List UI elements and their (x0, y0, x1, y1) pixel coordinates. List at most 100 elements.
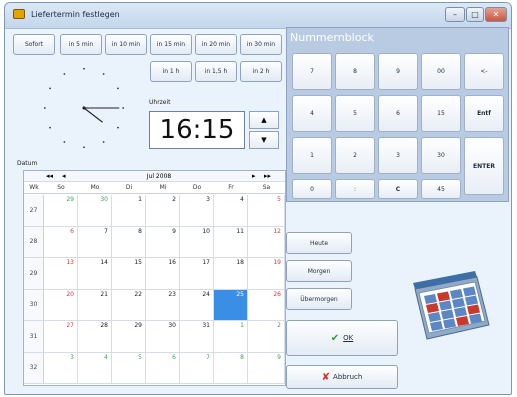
next-year-button[interactable]: ▸▸ (264, 172, 271, 180)
prev-year-button[interactable]: ◂◂ (46, 172, 53, 180)
calendar-day[interactable]: 18 (214, 258, 248, 290)
calendar-day[interactable]: 8 (112, 226, 146, 258)
in-1-h-button[interactable]: in 1 h (150, 61, 192, 82)
key-9[interactable]: 9 (378, 53, 418, 90)
calendar-day[interactable]: 9 (248, 352, 285, 384)
time-display[interactable]: 16:15 (149, 111, 245, 149)
calendar-day[interactable]: 30 (146, 321, 180, 353)
minimize-button[interactable]: – (445, 7, 465, 22)
key-7[interactable]: 7 (292, 53, 332, 90)
close-button[interactable]: ✕ (485, 7, 507, 22)
calendar-day[interactable]: 30 (78, 195, 112, 227)
key-4[interactable]: 4 (292, 95, 332, 132)
key-6[interactable]: 6 (378, 95, 418, 132)
calendar-day[interactable]: 28 (78, 321, 112, 353)
title-bar[interactable]: Liefertermin festlegen – □ ✕ (5, 3, 511, 29)
week-number: 29 (24, 258, 44, 290)
calendar-day[interactable]: 4 (214, 195, 248, 227)
date-label: Datum (17, 160, 38, 167)
key-1[interactable]: 1 (292, 137, 332, 174)
key-45[interactable]: 45 (421, 179, 461, 199)
calendar-day[interactable]: 7 (180, 352, 214, 384)
calendar-day[interactable]: 5 (112, 352, 146, 384)
calendar-day[interactable]: 21 (78, 289, 112, 321)
calendar-day[interactable]: 1 (112, 195, 146, 227)
key-8[interactable]: 8 (335, 53, 375, 90)
key-30[interactable]: 30 (421, 137, 461, 174)
calendar-day[interactable]: 16 (146, 258, 180, 290)
app-icon (13, 9, 25, 19)
sofort-button[interactable]: Sofort (13, 34, 55, 55)
in-1-5-h-button[interactable]: in 1,5 h (195, 61, 237, 82)
calendar-day[interactable]: 7 (78, 226, 112, 258)
calendar-day[interactable]: 31 (180, 321, 214, 353)
calendar-day[interactable]: 14 (78, 258, 112, 290)
calendar-day[interactable]: 17 (180, 258, 214, 290)
calendar-day[interactable]: 25 (214, 289, 248, 321)
header-sa: Sa (262, 184, 271, 191)
cancel-button[interactable]: ✘ Abbruch (286, 365, 398, 389)
calendar-day[interactable]: 15 (112, 258, 146, 290)
calendar-day[interactable]: 2 (146, 195, 180, 227)
calendar-day[interactable]: 27 (44, 321, 78, 353)
calendar-day[interactable]: 6 (44, 226, 78, 258)
in-20-min-button[interactable]: in 20 min (195, 34, 237, 55)
calendar-day[interactable]: 11 (214, 226, 248, 258)
key-2[interactable]: 2 (335, 137, 375, 174)
calendar-day[interactable]: 29 (44, 195, 78, 227)
next-month-button[interactable]: ▸ (252, 172, 256, 180)
clock-tick (83, 146, 85, 149)
tomorrow-button[interactable]: Morgen (286, 260, 352, 282)
today-button[interactable]: Heute (286, 232, 352, 254)
calendar-day[interactable]: 1 (214, 321, 248, 353)
key-3[interactable]: 3 (378, 137, 418, 174)
enter-key[interactable]: ENTER (464, 137, 504, 195)
backspace-key[interactable]: <- (464, 53, 504, 90)
x-icon: ✘ (321, 371, 331, 383)
clock-tick (63, 141, 66, 143)
delete-key[interactable]: Entf (464, 95, 504, 132)
calendar-day[interactable]: 23 (146, 289, 180, 321)
key-0[interactable]: 0 (292, 179, 332, 199)
calendar-day[interactable]: 22 (112, 289, 146, 321)
time-down-button[interactable]: ▼ (249, 131, 279, 149)
calendar-day[interactable]: 26 (248, 289, 285, 321)
in-2-h-button[interactable]: in 2 h (240, 61, 282, 82)
clock-tick (43, 107, 46, 109)
week-number: 28 (24, 226, 44, 258)
in-5-min-button[interactable]: in 5 min (60, 34, 102, 55)
maximize-button[interactable]: □ (466, 7, 484, 22)
calendar-day[interactable]: 4 (78, 352, 112, 384)
calendar-day[interactable]: 12 (248, 226, 285, 258)
clear-key[interactable]: C (378, 179, 418, 199)
in-10-min-button[interactable]: in 10 min (105, 34, 147, 55)
calendar-day[interactable]: 20 (44, 289, 78, 321)
clock-tick (117, 126, 119, 129)
calendar-day[interactable]: 19 (248, 258, 285, 290)
in-30-min-button[interactable]: in 30 min (240, 34, 282, 55)
day-after-tomorrow-button[interactable]: Übermorgen (286, 288, 352, 310)
key-5[interactable]: 5 (335, 95, 375, 132)
prev-month-button[interactable]: ◂ (62, 172, 66, 180)
calendar-day[interactable]: 29 (112, 321, 146, 353)
time-up-button[interactable]: ▲ (249, 111, 279, 129)
calendar-day[interactable]: 8 (214, 352, 248, 384)
time-label: Uhrzeit (149, 99, 171, 106)
ok-button[interactable]: ✔ OK (286, 320, 398, 356)
clock-tick (49, 126, 51, 129)
calendar-day[interactable]: 9 (146, 226, 180, 258)
calendar-day[interactable]: 2 (248, 321, 285, 353)
calendar-day[interactable]: 3 (180, 195, 214, 227)
calendar-day[interactable]: 13 (44, 258, 78, 290)
calendar-day[interactable]: 5 (248, 195, 285, 227)
calendar-day[interactable]: 3 (44, 352, 78, 384)
calendar-day[interactable]: 6 (146, 352, 180, 384)
clock-tick (122, 107, 125, 109)
clock-tick (117, 87, 119, 90)
key-colon[interactable]: : (335, 179, 375, 199)
in-15-min-button[interactable]: in 15 min (150, 34, 192, 55)
key-15[interactable]: 15 (421, 95, 461, 132)
key-00[interactable]: 00 (421, 53, 461, 90)
calendar-day[interactable]: 10 (180, 226, 214, 258)
calendar-day[interactable]: 24 (180, 289, 214, 321)
